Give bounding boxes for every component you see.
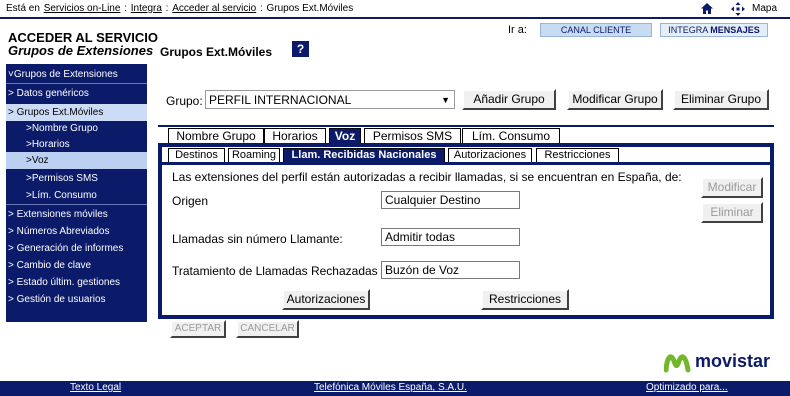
breadcrumb-acceder-servicio[interactable]: Acceder al servicio [172, 3, 256, 14]
movistar-wordmark: movistar [695, 351, 771, 371]
sidebar-item-voz[interactable]: >Voz [6, 152, 147, 169]
sidebar-item-gestion-usuarios[interactable]: > Gestión de usuarios [6, 291, 147, 308]
sidebar-item-numeros-abreviados[interactable]: > Números Abreviados [6, 223, 147, 240]
restricciones-button[interactable]: Restricciones [481, 289, 569, 310]
origen-label: Origen [172, 194, 209, 208]
tab-horarios[interactable]: Horarios [264, 128, 326, 144]
tab-nombre-grupo[interactable]: Nombre Grupo [168, 128, 264, 144]
breadcrumb-servicios-online[interactable]: Servicios on-Line [44, 3, 121, 14]
breadcrumb-label: Está en [6, 3, 40, 14]
page-title: Grupos Ext.Móviles [160, 45, 273, 59]
chevron-down-icon: ▼ [441, 95, 450, 105]
home-icon[interactable] [700, 2, 714, 15]
service-subtitle: Grupos de Extensiones [8, 43, 154, 58]
sidebar-item-grupos-ext-moviles[interactable]: > Grupos Ext.Móviles [6, 104, 147, 121]
grupo-select-value: PERFIL INTERNACIONAL [209, 93, 352, 107]
navigation-arrows-icon[interactable] [731, 2, 745, 16]
eliminar-button[interactable]: Eliminar [701, 202, 763, 223]
footer: Texto Legal Telefónica Móviles España, S… [0, 381, 790, 396]
llamadas-sin-numero-label: Llamadas sin número Llamante: [172, 232, 343, 246]
sidebar-item-extensiones-moviles[interactable]: > Extensiones móviles [6, 206, 147, 223]
autorizaciones-button[interactable]: Autorizaciones [282, 289, 370, 310]
tab-lim-consumo[interactable]: Lím. Consumo [462, 128, 560, 144]
sidebar-item-permisos-sms[interactable]: >Permisos SMS [6, 170, 147, 187]
subtab-autorizaciones[interactable]: Autorizaciones [448, 148, 532, 163]
canal-cliente-button[interactable]: CANAL CLIENTE [540, 23, 652, 37]
subtab-llam-recibidas-nacionales[interactable]: Llam. Recibidas Nacionales [283, 148, 445, 163]
cancelar-button[interactable]: CANCELAR [236, 320, 299, 338]
sidebar-item-nombre-grupo[interactable]: >Nombre Grupo [6, 120, 147, 137]
sidebar-item-horarios[interactable]: >Horarios [6, 136, 147, 153]
mapa-link[interactable]: Mapa [752, 3, 777, 14]
llamadas-sin-numero-field[interactable]: Admitir todas [381, 228, 520, 246]
top-bar: Está en Servicios on-Line : Integra : Ac… [0, 0, 790, 19]
sidebar-item-generacion-informes[interactable]: > Generación de informes [6, 240, 147, 257]
integra-mensajes-label-a: INTEGRA [668, 25, 708, 35]
breadcrumb-integra[interactable]: Integra [131, 3, 162, 14]
modify-group-button[interactable]: Modificar Grupo [567, 89, 663, 110]
sidebar: ˅Grupos de Extensiones > Datos genéricos… [6, 64, 147, 322]
top-divider [0, 17, 790, 19]
sidebar-item-estado-gestiones[interactable]: > Estado últim. gestiones [6, 274, 147, 291]
delete-group-button[interactable]: Eliminar Grupo [673, 89, 769, 110]
subtab-roaming[interactable]: Roaming [228, 148, 280, 163]
sidebar-item-lim-consumo[interactable]: >Lím. Consumo [6, 187, 147, 204]
origen-field[interactable]: Cualquier Destino [381, 191, 520, 209]
optimizado-link[interactable]: Optimizado para... [646, 382, 728, 393]
subtab-restricciones[interactable]: Restricciones [536, 148, 619, 163]
add-group-button[interactable]: Añadir Grupo [462, 89, 556, 110]
sidebar-divider [6, 204, 147, 205]
grupo-label: Grupo: [166, 94, 203, 108]
grupo-select[interactable]: PERFIL INTERNACIONAL ▼ [205, 90, 455, 109]
modificar-button[interactable]: Modificar [701, 177, 763, 198]
subtab-destinos[interactable]: Destinos [168, 148, 225, 163]
subtab-divider [162, 162, 770, 165]
sidebar-item-datos-genericos[interactable]: > Datos genéricos [6, 85, 147, 102]
breadcrumb-current: Grupos Ext.Móviles [266, 3, 354, 14]
tratamiento-rechazadas-field[interactable]: Buzón de Voz [381, 261, 520, 279]
tab-permisos-sms[interactable]: Permisos SMS [364, 128, 461, 144]
tratamiento-rechazadas-label: Tratamiento de Llamadas Rechazadas: [172, 264, 378, 278]
movistar-logo: movistar [663, 349, 774, 380]
sidebar-item-cambio-clave[interactable]: > Cambio de clave [6, 257, 147, 274]
tab-voz[interactable]: Voz [329, 128, 361, 144]
panel-description: Las extensiones del perfil están autoriz… [172, 170, 682, 184]
sidebar-item-grupos-extensiones[interactable]: ˅Grupos de Extensiones [6, 66, 147, 83]
company-link[interactable]: Telefónica Móviles España, S.A.U. [314, 382, 467, 393]
ira-label: Ir a: [508, 24, 527, 36]
texto-legal-link[interactable]: Texto Legal [70, 382, 121, 393]
integra-mensajes-button[interactable]: INTEGRA MENSAJES [660, 23, 768, 37]
integra-mensajes-label-b: MENSAJES [710, 25, 760, 35]
breadcrumb: Está en Servicios on-Line : Integra : Ac… [6, 3, 354, 14]
help-button[interactable]: ? [292, 41, 309, 57]
sidebar-divider [6, 83, 147, 84]
aceptar-button[interactable]: ACEPTAR [170, 320, 226, 338]
